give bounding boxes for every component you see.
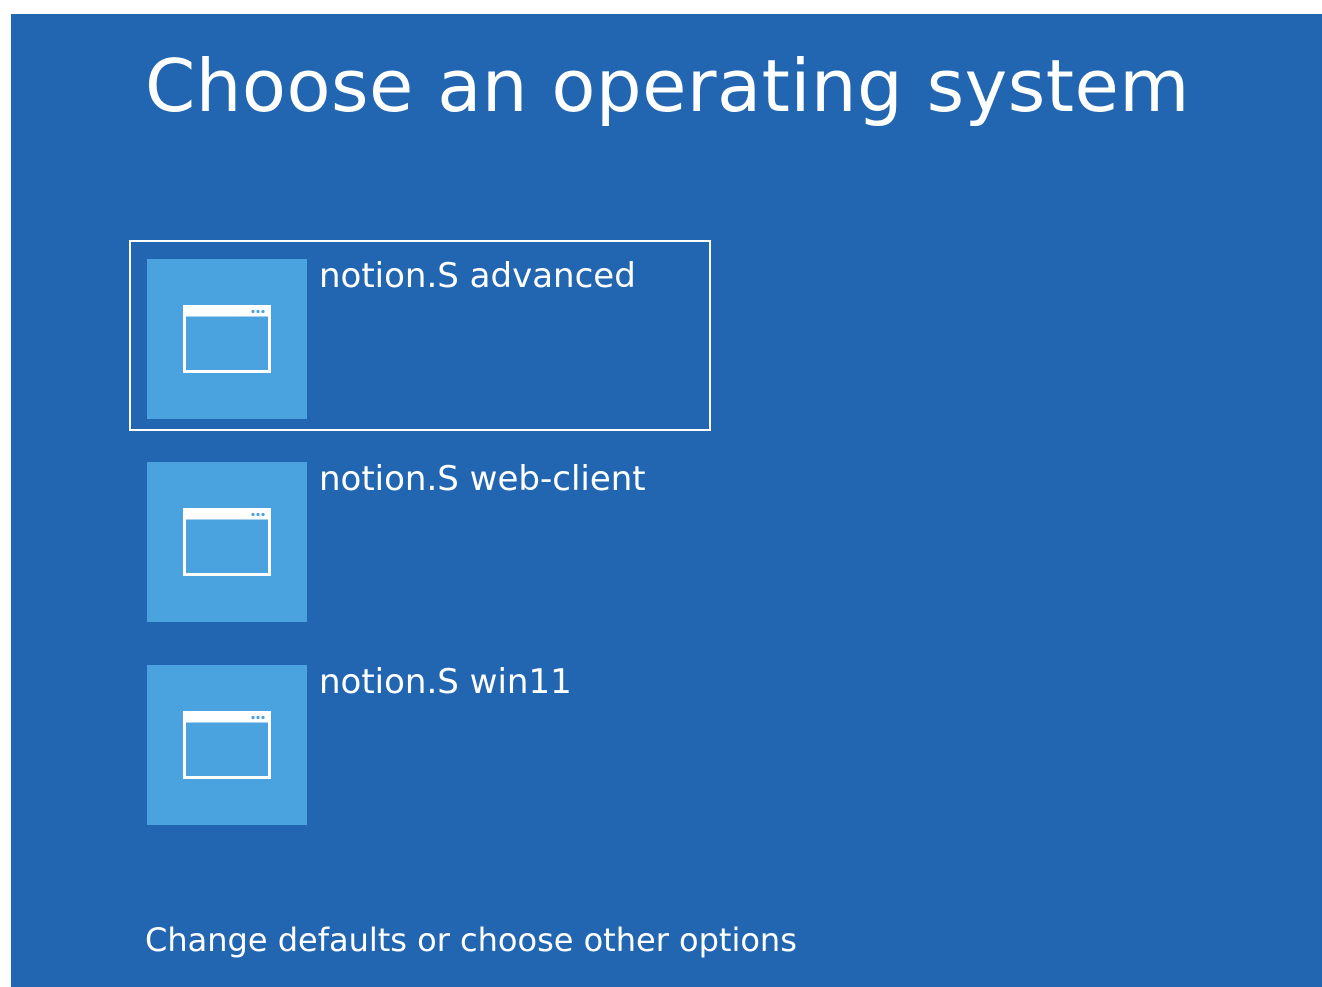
- os-option-advanced[interactable]: notion.S advanced: [129, 240, 711, 431]
- boot-menu-screen: Choose an operating system notion.S adva…: [11, 14, 1322, 987]
- change-defaults-link[interactable]: Change defaults or choose other options: [145, 918, 797, 962]
- os-option-win11[interactable]: notion.S win11: [129, 646, 711, 837]
- os-tile: [147, 259, 307, 419]
- os-option-web-client[interactable]: notion.S web-client: [129, 443, 711, 634]
- page-title: Choose an operating system: [145, 44, 1190, 128]
- window-icon: [183, 305, 271, 373]
- os-option-label: notion.S advanced: [319, 256, 636, 296]
- window-icon: [183, 711, 271, 779]
- os-option-label: notion.S win11: [319, 662, 572, 702]
- os-option-label: notion.S web-client: [319, 459, 646, 499]
- window-icon: [183, 508, 271, 576]
- os-tile: [147, 665, 307, 825]
- os-tile: [147, 462, 307, 622]
